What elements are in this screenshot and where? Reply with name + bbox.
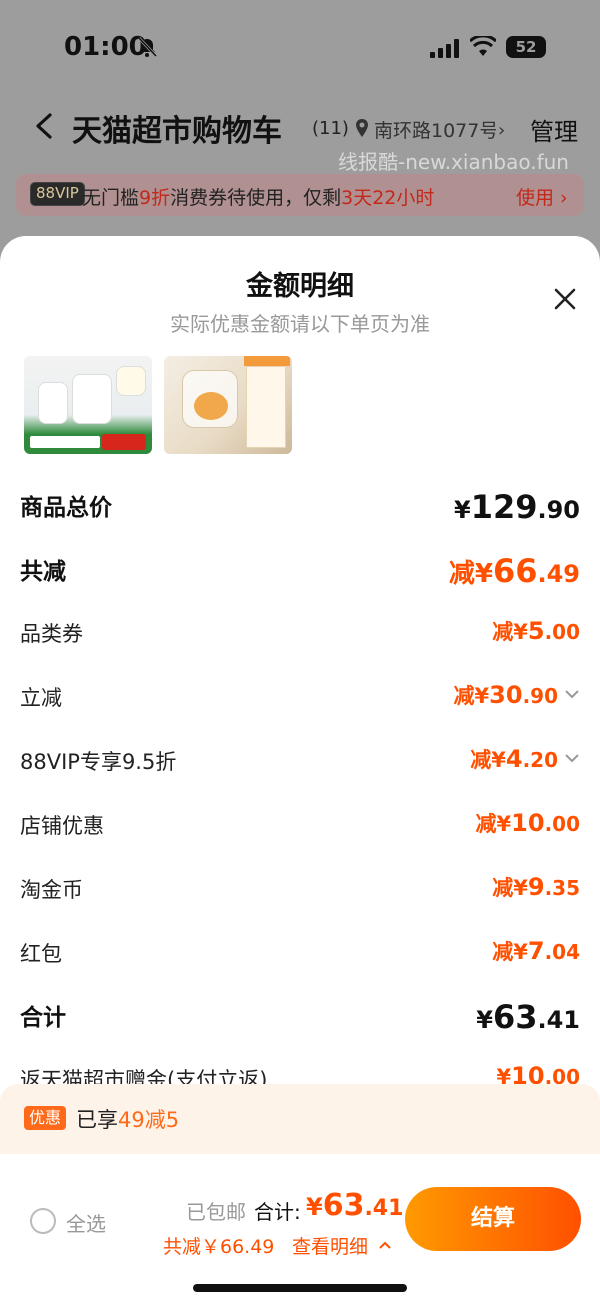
close-icon[interactable] [552,286,578,312]
detail-row-sum: 合计 ¥63.41 [20,998,580,1036]
status-bar: 01:00 52 [0,0,600,96]
total-discount-value: 减¥66.49 [448,552,580,590]
select-all-radio[interactable] [30,1208,56,1234]
view-detail-link[interactable]: 查看明细 [292,1232,368,1259]
status-time: 01:00 [64,32,147,62]
home-indicator [193,1284,407,1292]
detail-row-total-price: 商品总价 ¥129.90 [20,488,580,526]
detail-row-taojinbi: 淘金币 减¥9.35 [20,873,580,902]
page-title: 天猫超市购物车 [72,114,282,149]
sheet-title: 金额明细 [246,271,354,302]
chevron-down-icon[interactable] [564,688,580,700]
bell-off-icon [137,36,158,58]
manage-button[interactable]: 管理 [530,112,578,147]
detail-row-vip-discount[interactable]: 88VIP专享9.5折 减¥4.20 [20,740,580,780]
sum-value: ¥63.41 [476,998,580,1036]
vip-use-button[interactable]: 使用 › [516,183,568,210]
vip-banner-text: 无门槛9折消费券待使用，仅剩3天22小时 [82,187,435,209]
saved-amount: 共减￥66.49 [163,1236,275,1258]
checkout-button[interactable]: 结算 [405,1187,581,1251]
vip-coupon-banner[interactable]: 88VIP 无门槛9折消费券待使用，仅剩3天22小时 使用 › [16,174,584,216]
red-packet-value: 减¥7.04 [492,937,580,965]
location-pin-icon [356,119,368,137]
instant-discount-value: 减¥30.90 [453,681,558,709]
detail-row-category-coupon: 品类券 减¥5.00 [20,617,580,646]
detail-row-instant-discount[interactable]: 立减 减¥30.90 [20,676,580,716]
select-all-label[interactable]: 全选 [66,1208,106,1237]
discount-strip: 优惠 已享49减5 [0,1084,600,1154]
detail-row-store-discount: 店铺优惠 减¥10.00 [20,809,580,838]
detail-row-total-discount: 共减 减¥66.49 [20,552,580,590]
total-price-value: ¥129.90 [453,488,580,526]
checkout-bar: 全选 已包邮 合计: ¥63.41 共减￥66.49 查看明细 结算 [0,1154,600,1304]
cart-header: 天猫超市购物车 (11) 南环路1077号 › 管理 线报酷-new.xianb… [0,96,600,236]
discount-badge: 优惠 [24,1106,67,1130]
wifi-icon [470,36,496,56]
total-value: ¥63.41 [306,1188,404,1223]
total-label: 合计: [254,1200,301,1224]
detail-row-red-packet: 红包 减¥7.04 [20,937,580,966]
delivery-address[interactable]: 南环路1077号 [374,116,496,143]
signal-icon [430,39,459,58]
chevron-right-icon: › [498,120,506,141]
chevron-down-icon[interactable] [564,752,580,764]
taojinbi-value: 减¥9.35 [492,873,580,901]
watermark: 线报酷-new.xianbao.fun [338,150,569,174]
product-thumbnail[interactable] [164,356,292,454]
vip-discount-value: 减¥4.20 [470,745,558,773]
discount-strip-text: 已享49减5 [76,1108,180,1132]
category-coupon-value: 减¥5.00 [492,617,580,645]
vip-badge: 88VIP [30,182,85,206]
chevron-up-icon[interactable] [378,1240,392,1250]
product-thumbnail[interactable] [24,356,152,454]
sheet-subtitle: 实际优惠金额请以下单页为准 [170,312,430,336]
cart-count: (11) [312,118,349,139]
back-icon[interactable] [32,112,56,140]
shipping-label: 已包邮 [186,1200,246,1224]
battery-icon: 52 [506,36,546,58]
price-detail-sheet: 金额明细 实际优惠金额请以下单页为准 商品总价 ¥129.90 共减 减¥66.… [0,236,600,1304]
store-discount-value: 减¥10.00 [475,809,580,837]
